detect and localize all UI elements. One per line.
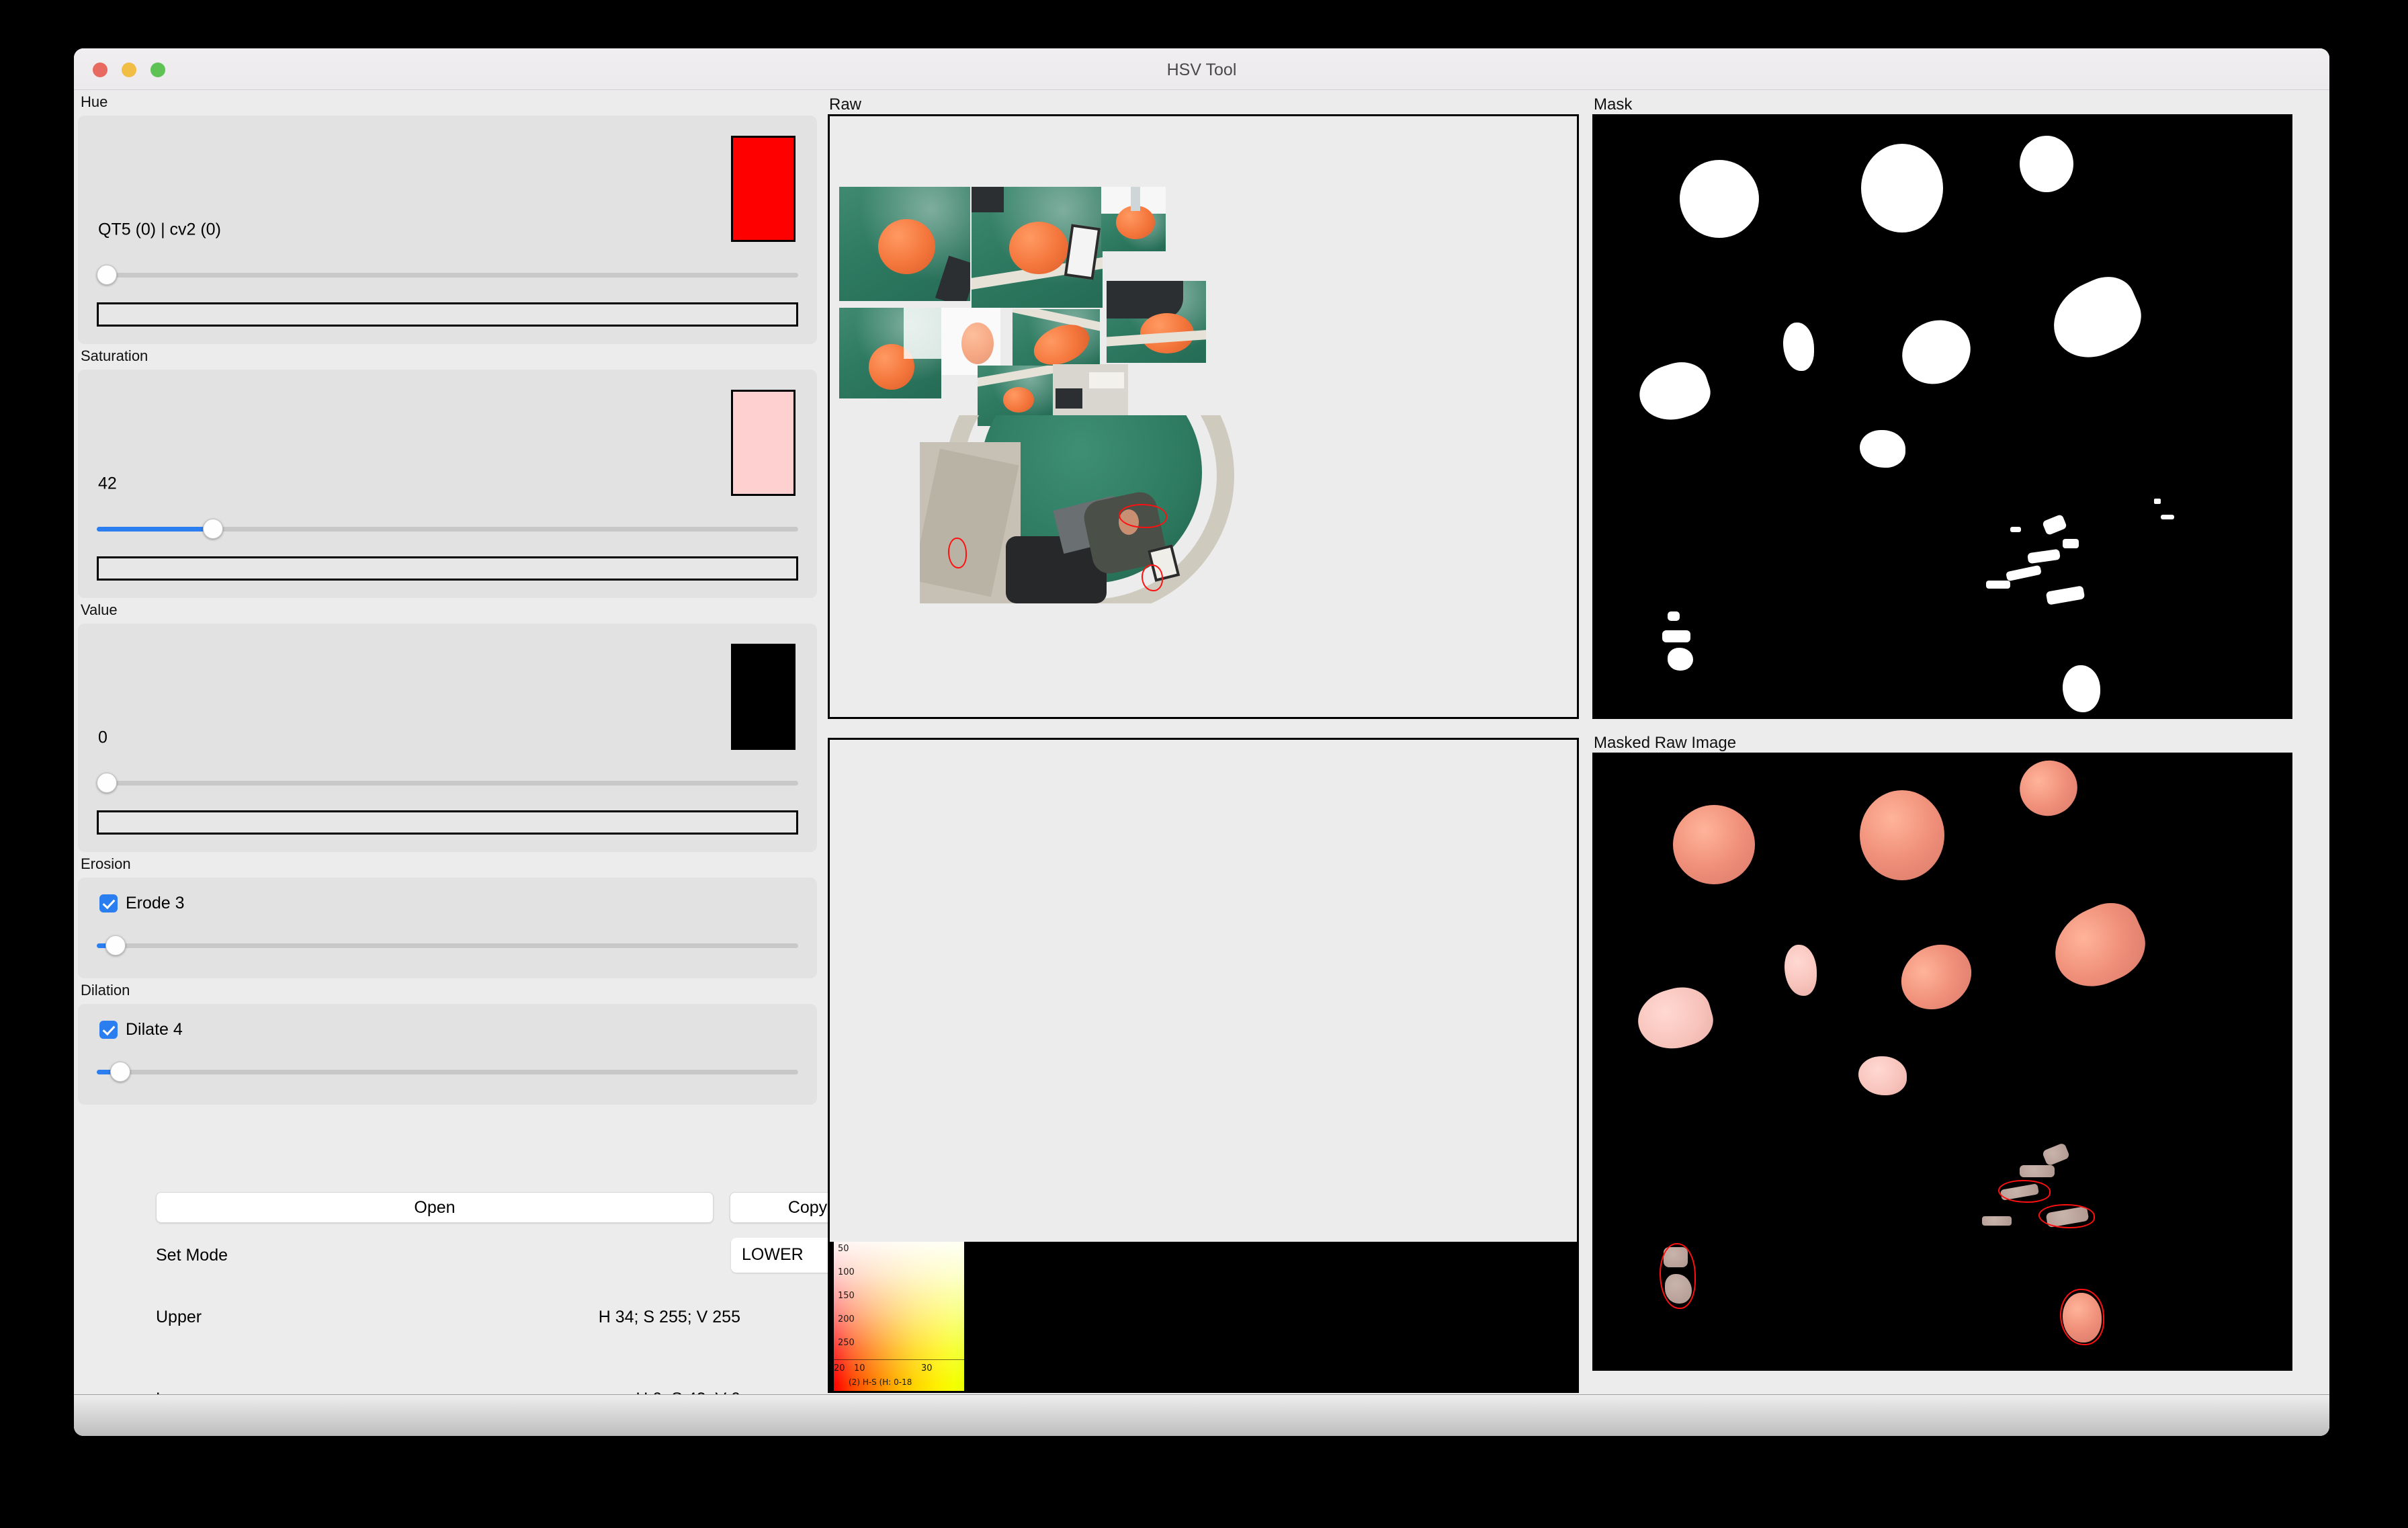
hue-slider-track[interactable]	[97, 273, 798, 278]
hue-slider-knob[interactable]	[97, 265, 117, 285]
raw-panel-title: Raw	[821, 90, 1586, 114]
value-group-label: Value	[74, 598, 821, 624]
collage-tile	[1101, 187, 1166, 251]
collage-tile	[839, 308, 941, 398]
collage-tile	[1107, 281, 1206, 363]
set-mode-value: LOWER	[742, 1245, 804, 1265]
collage-tile	[839, 187, 970, 301]
value-value-text: 0	[98, 728, 108, 748]
window-title: HSV Tool	[74, 60, 2329, 80]
erode-label: Erode 3	[126, 894, 185, 913]
masked-raw-panel-title: Masked Raw Image	[1586, 728, 2329, 753]
y-tick-label: 150	[838, 1291, 855, 1301]
hsv-plot-background: 50 100 150 200 250 10 20 30 (2) H-S (H: …	[830, 1242, 1577, 1391]
contour-annotation	[1142, 564, 1163, 591]
saturation-value-text: 42	[98, 474, 117, 494]
dilation-group: Dilate 4	[78, 1004, 817, 1105]
contour-annotation	[2038, 1204, 2095, 1228]
erode-checkbox[interactable]	[99, 894, 118, 912]
y-tick-label: 100	[838, 1267, 855, 1277]
raw-panel-column: Raw	[821, 90, 1586, 1394]
x-tick-label: 30	[921, 1363, 933, 1373]
dilation-group-label: Dilation	[74, 978, 821, 1004]
app-window: HSV Tool Hue QT5 (0) | cv2 (0) Saturatio…	[74, 48, 2329, 1436]
open-button[interactable]: Open	[156, 1192, 714, 1223]
hsv-plot-frame[interactable]: 50 100 150 200 250 10 20 30 (2) H-S (H: …	[828, 738, 1579, 1393]
collage-tile	[941, 308, 1000, 375]
contour-annotation	[1660, 1243, 1696, 1309]
window-body: Hue QT5 (0) | cv2 (0) Saturation 42	[74, 90, 2329, 1436]
saturation-textbox[interactable]	[97, 556, 798, 581]
value-group: 0	[78, 624, 817, 852]
y-tick-label: 50	[838, 1244, 849, 1254]
value-textbox[interactable]	[97, 810, 798, 835]
fisheye-image	[920, 415, 1236, 603]
raw-image-frame[interactable]	[828, 114, 1579, 719]
value-slider-track[interactable]	[97, 781, 798, 786]
dilate-checkbox[interactable]	[99, 1021, 118, 1039]
hue-color-swatch	[731, 136, 796, 242]
value-color-swatch	[731, 644, 796, 750]
saturation-group: 42	[78, 370, 817, 598]
contour-annotation	[948, 538, 967, 568]
x-tick-label: 20	[834, 1363, 845, 1373]
y-tick-label: 200	[838, 1314, 855, 1324]
window-footer	[74, 1394, 2329, 1436]
hue-saturation-colormap: 50 100 150 200 250 10 20 30 (2) H-S (H: …	[834, 1242, 964, 1391]
collage-tile	[972, 187, 1103, 308]
value-slider-knob[interactable]	[97, 773, 117, 793]
plot-caption: (2) H-S (H: 0-18	[849, 1377, 912, 1387]
dilate-label: Dilate 4	[126, 1020, 183, 1039]
mask-panel-column: Mask	[1586, 90, 2329, 1394]
mask-image[interactable]	[1592, 114, 2292, 719]
mask-panel-title: Mask	[1586, 90, 2329, 114]
saturation-group-label: Saturation	[74, 344, 821, 370]
saturation-slider-knob[interactable]	[203, 519, 223, 539]
hue-textbox[interactable]	[97, 302, 798, 327]
erosion-slider[interactable]	[97, 935, 798, 956]
erosion-group: Erode 3	[78, 878, 817, 978]
contour-annotation	[2060, 1289, 2104, 1345]
raw-image-collage	[839, 187, 1229, 583]
dilate-checkbox-row[interactable]: Dilate 4	[99, 1020, 183, 1039]
value-slider[interactable]	[97, 773, 798, 793]
masked-raw-image[interactable]	[1592, 753, 2292, 1371]
controls-panel: Hue QT5 (0) | cv2 (0) Saturation 42	[74, 90, 821, 1394]
erosion-slider-knob[interactable]	[105, 935, 126, 956]
title-bar: HSV Tool	[74, 48, 2329, 90]
hue-slider[interactable]	[97, 265, 798, 285]
x-tick-label: 10	[854, 1363, 865, 1373]
dilation-slider[interactable]	[97, 1062, 798, 1082]
hue-group-label: Hue	[74, 90, 821, 116]
erode-checkbox-row[interactable]: Erode 3	[99, 894, 185, 913]
erosion-slider-track[interactable]	[97, 943, 798, 948]
saturation-slider[interactable]	[97, 519, 798, 539]
y-tick-label: 250	[838, 1338, 855, 1348]
hue-group: QT5 (0) | cv2 (0)	[78, 116, 817, 344]
erosion-group-label: Erosion	[74, 852, 821, 878]
set-mode-label: Set Mode	[156, 1246, 228, 1265]
dilation-slider-track[interactable]	[97, 1070, 798, 1074]
upper-value: H 34; S 255; V 255	[599, 1308, 740, 1327]
upper-label: Upper	[156, 1308, 202, 1327]
saturation-slider-fill	[97, 527, 212, 532]
dilation-slider-knob[interactable]	[110, 1062, 130, 1082]
saturation-color-swatch	[731, 390, 796, 496]
hue-value-text: QT5 (0) | cv2 (0)	[98, 220, 221, 240]
collage-tile	[1053, 364, 1128, 418]
